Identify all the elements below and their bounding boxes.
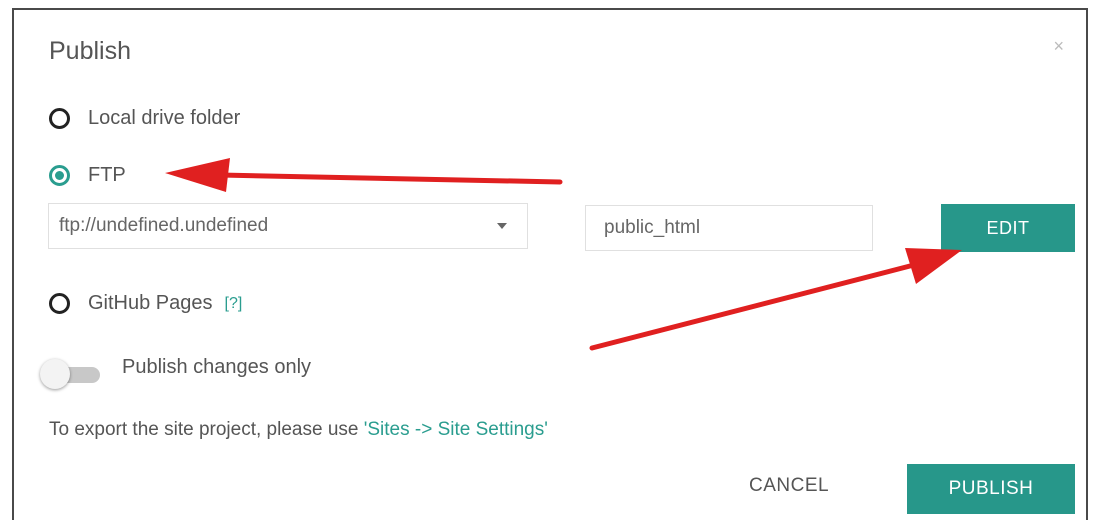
ftp-server-select[interactable]: ftp://undefined.undefined bbox=[48, 203, 528, 249]
ftp-path-input[interactable] bbox=[585, 205, 873, 251]
github-help-link[interactable]: [?] bbox=[225, 295, 243, 313]
option-local-drive[interactable]: Local drive folder bbox=[49, 107, 240, 130]
radio-ftp[interactable] bbox=[49, 165, 70, 186]
publish-dialog: Publish × Local drive folder FTP ftp://u… bbox=[12, 8, 1088, 520]
publish-button[interactable]: PUBLISH bbox=[907, 464, 1075, 514]
close-icon[interactable]: × bbox=[1053, 36, 1064, 57]
option-ftp-label: FTP bbox=[88, 164, 126, 186]
cancel-button[interactable]: CANCEL bbox=[749, 475, 829, 497]
option-ftp[interactable]: FTP bbox=[49, 164, 126, 187]
chevron-down-icon bbox=[497, 223, 507, 229]
dialog-title: Publish bbox=[49, 37, 131, 65]
option-github-pages-label: GitHub Pages bbox=[88, 292, 213, 314]
option-local-drive-label: Local drive folder bbox=[88, 107, 241, 129]
site-settings-link[interactable]: 'Sites -> Site Settings' bbox=[364, 419, 548, 440]
toggle-knob bbox=[40, 359, 70, 389]
radio-github-pages[interactable] bbox=[49, 293, 70, 314]
publish-changes-toggle[interactable] bbox=[38, 359, 108, 389]
radio-local-drive[interactable] bbox=[49, 108, 70, 129]
ftp-server-value: ftp://undefined.undefined bbox=[59, 215, 269, 236]
publish-changes-label: Publish changes only bbox=[122, 356, 312, 378]
option-github-pages[interactable]: GitHub Pages [?] bbox=[49, 292, 242, 315]
edit-button[interactable]: EDIT bbox=[941, 204, 1075, 252]
export-info-text: To export the site project, please use '… bbox=[49, 419, 548, 441]
export-info-prefix: To export the site project, please use bbox=[49, 419, 364, 440]
